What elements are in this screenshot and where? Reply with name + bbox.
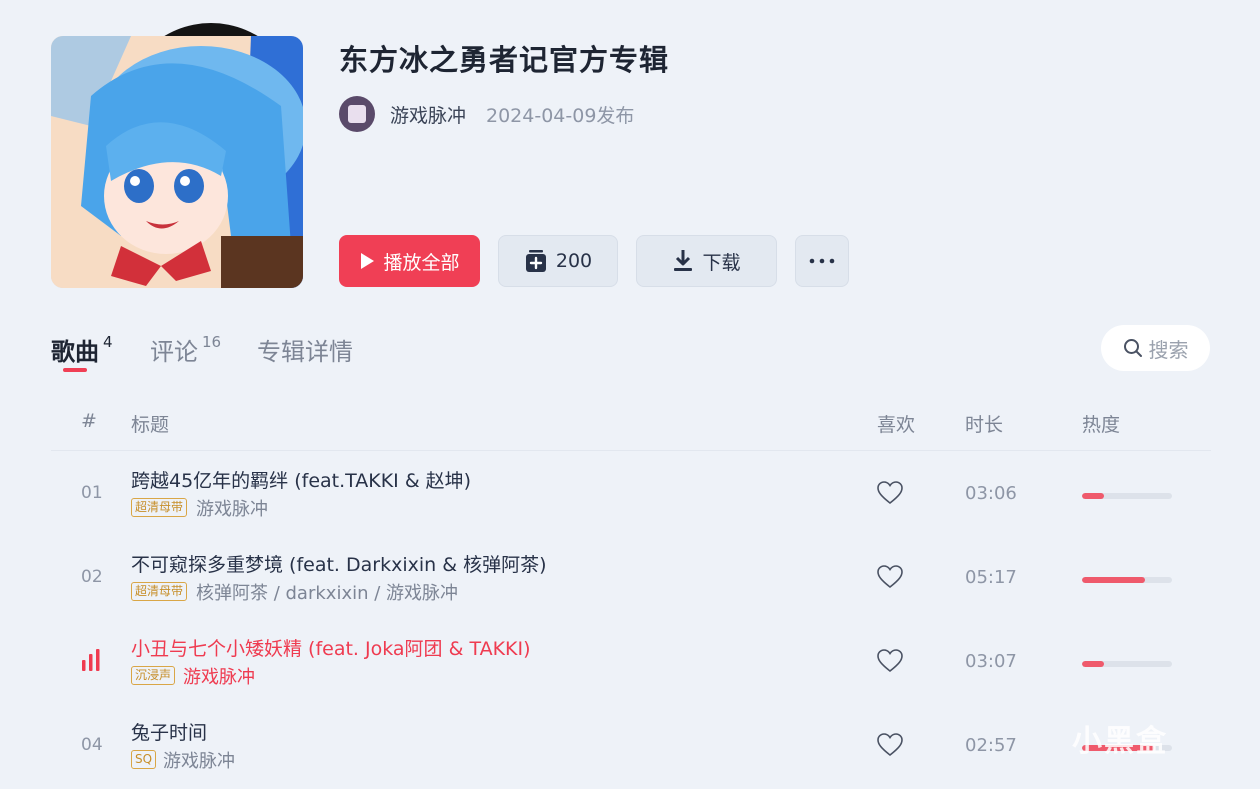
track-duration: 03:07 [965, 651, 1017, 672]
song-title[interactable]: 小丑与七个小矮妖精 (feat. Joka阿团 & TAKKI) [131, 634, 531, 661]
song-artist[interactable]: 游戏脉冲 [196, 495, 268, 521]
header-duration: 时长 [965, 414, 1004, 436]
search-placeholder: 搜索 [1148, 337, 1189, 362]
track-duration: 03:06 [965, 483, 1017, 504]
tab-songs-label: 歌曲 [51, 338, 99, 366]
now-playing-icon [82, 649, 100, 671]
collect-count: 200 [555, 250, 593, 272]
tab-comments[interactable]: 评论 16 [150, 332, 221, 367]
like-heart-icon[interactable] [877, 481, 903, 505]
search-box[interactable]: 搜索 [1101, 325, 1210, 371]
download-icon [674, 250, 693, 271]
song-title[interactable]: 兔子时间 [131, 718, 207, 745]
song-artist[interactable]: 游戏脉冲 [163, 747, 235, 773]
track-duration: 05:17 [965, 567, 1017, 588]
like-heart-icon[interactable] [877, 649, 903, 673]
watermark: 小黑盒 [1072, 724, 1168, 759]
tab-details-label: 专辑详情 [257, 338, 353, 366]
like-heart-icon[interactable] [877, 565, 903, 589]
quality-tag: 超清母带 [131, 582, 188, 601]
header-like: 喜欢 [877, 414, 916, 436]
heat-bar-fill [1082, 661, 1104, 667]
song-title[interactable]: 不可窥探多重梦境 (feat. Darkxixin & 核弹阿茶) [131, 550, 547, 577]
heat-bar [1082, 577, 1172, 583]
active-tab-indicator [63, 368, 87, 372]
album-cover-wrap [51, 18, 303, 289]
table-row[interactable]: 02 不可窥探多重梦境 (feat. Darkxixin & 核弹阿茶) 超清母… [51, 537, 1211, 621]
tab-comments-label: 评论 [150, 338, 198, 366]
quality-tag: 超清母带 [131, 498, 188, 517]
more-button[interactable] [795, 235, 849, 287]
heat-bar-fill [1082, 493, 1104, 499]
table-row[interactable]: 04 兔子时间 SQ 游戏脉冲 02:57 [51, 705, 1211, 789]
table-row[interactable]: 01 跨越45亿年的羁绊 (feat.TAKKI & 赵坤) 超清母带 游戏脉冲… [51, 453, 1211, 537]
album-title: 东方冰之勇者记官方专辑 [339, 43, 670, 77]
quality-tag: SQ [131, 750, 157, 769]
song-artist[interactable]: 游戏脉冲 [183, 663, 255, 689]
collect-button[interactable]: 200 [498, 235, 618, 287]
search-icon [1123, 339, 1142, 357]
song-artist[interactable]: 核弹阿茶 / darkxixin / 游戏脉冲 [196, 579, 458, 605]
play-icon [361, 253, 375, 269]
header-num: # [81, 410, 97, 432]
tab-songs[interactable]: 歌曲 4 [51, 332, 113, 367]
more-icon [809, 258, 835, 264]
track-number: 04 [81, 735, 103, 755]
release-date: 2024-04-09发布 [486, 105, 635, 127]
artist-name[interactable]: 游戏脉冲 [390, 101, 466, 128]
song-title[interactable]: 跨越45亿年的羁绊 (feat.TAKKI & 赵坤) [131, 466, 471, 493]
tab-comments-count: 16 [202, 333, 222, 351]
quality-tag: 沉浸声 [131, 666, 176, 685]
play-all-label: 播放全部 [383, 251, 460, 274]
album-cover[interactable] [51, 36, 303, 288]
add-to-playlist-icon [525, 250, 546, 272]
track-number: 02 [81, 567, 103, 587]
track-number: 01 [81, 483, 103, 503]
table-header: # 标题 喜欢 时长 热度 [51, 406, 1211, 451]
heat-bar-fill [1082, 577, 1145, 583]
header-heat: 热度 [1082, 414, 1121, 436]
table-row-playing[interactable]: 小丑与七个小矮妖精 (feat. Joka阿团 & TAKKI) 沉浸声 游戏脉… [51, 621, 1211, 705]
tab-songs-count: 4 [103, 333, 113, 351]
download-button[interactable]: 下载 [636, 235, 777, 287]
like-heart-icon[interactable] [877, 733, 903, 757]
heat-bar [1082, 493, 1172, 499]
tab-album-details[interactable]: 专辑详情 [257, 332, 353, 367]
heat-bar [1082, 661, 1172, 667]
download-label: 下载 [702, 251, 741, 274]
track-duration: 02:57 [965, 735, 1017, 756]
header-title: 标题 [131, 414, 170, 436]
play-all-button[interactable]: 播放全部 [339, 235, 480, 287]
artist-avatar[interactable] [339, 96, 375, 132]
